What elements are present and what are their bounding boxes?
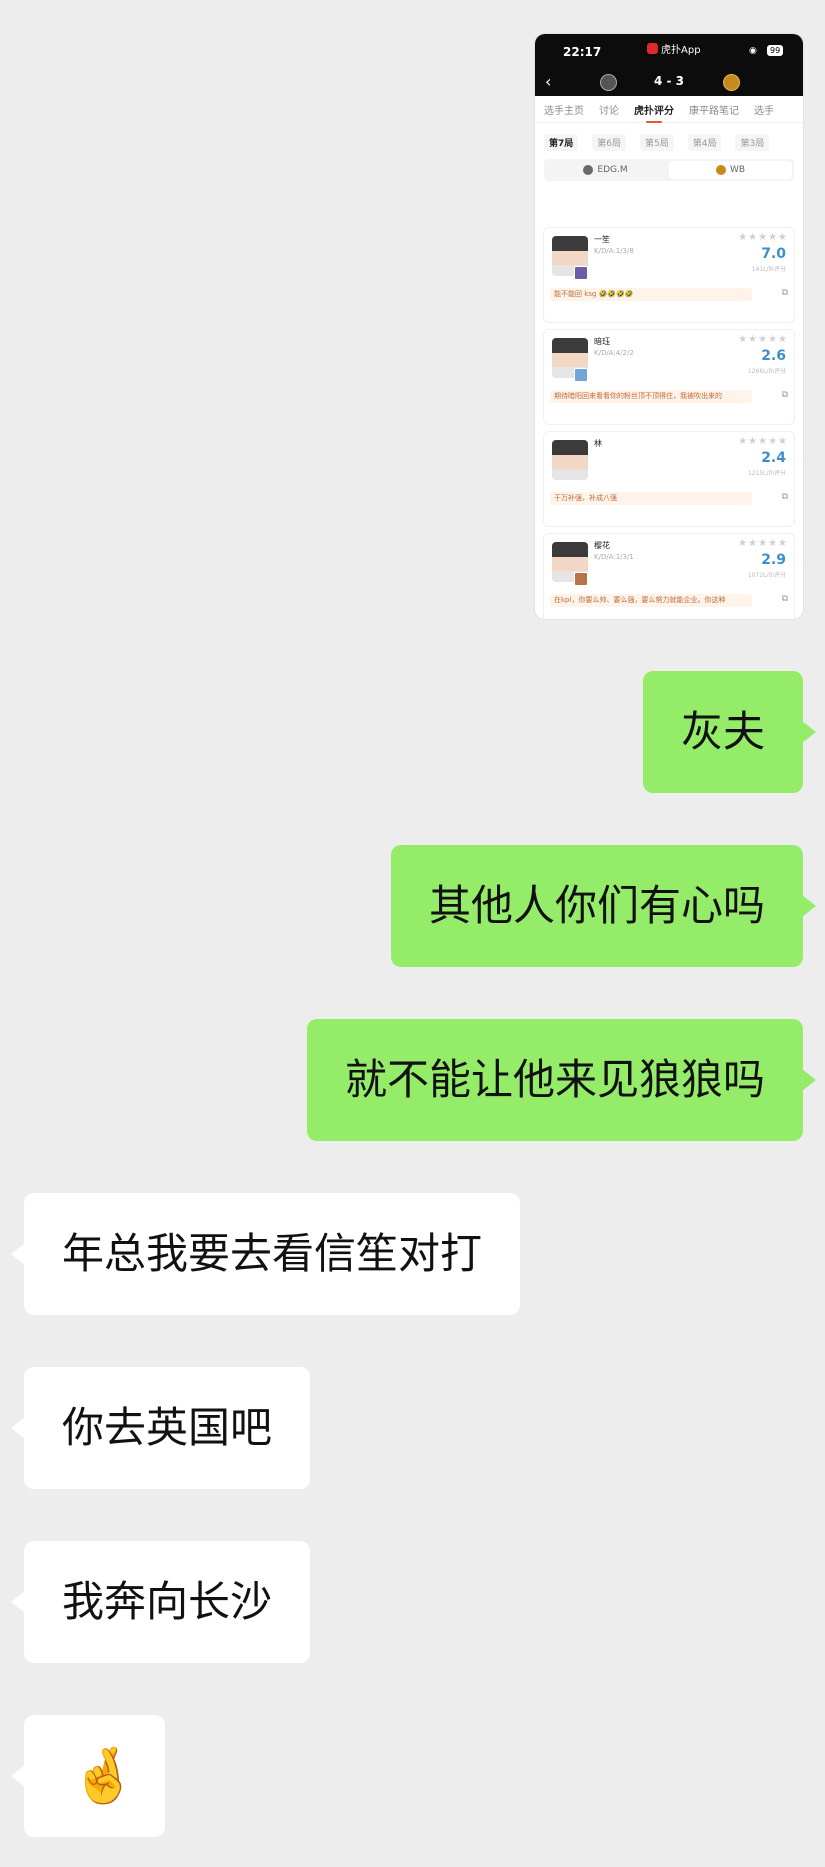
tab-hupu-rating: 虎扑评分 <box>634 102 674 123</box>
tab-player: 选手 <box>754 105 774 117</box>
rating-stars-icon: ★★★★★ <box>738 538 788 549</box>
status-time: 22:17 <box>563 45 602 59</box>
team-right-logo-icon <box>723 74 740 91</box>
game-tab-3: 第3局 <box>735 134 770 151</box>
share-icon: ⧉ <box>781 390 788 400</box>
player-name: 一笙 <box>594 235 610 244</box>
hero-icon <box>574 572 588 586</box>
chat-bubble-sent[interactable]: 灰夫 <box>642 671 817 793</box>
rating-stars-icon: ★★★★★ <box>738 334 788 345</box>
top-comment: 在kpl，你要么帅、要么强，要么努力就能企业。你这种 <box>550 594 752 607</box>
image-message-screenshot[interactable]: 22:17 虎扑App ◉ 99 ‹ 4 - 3 选手主页 讨论 虎扑评分 康平… <box>535 34 803 619</box>
chat-bubble-received[interactable]: 我奔向长沙 <box>10 1541 311 1663</box>
tab-player-home: 选手主页 <box>544 105 584 117</box>
status-bar: 22:17 虎扑App ◉ 99 <box>535 34 803 68</box>
rating-count: 141L/lh评分 <box>751 266 786 273</box>
tab-notes: 康平路笔记 <box>689 105 739 117</box>
player-card: 一笙 K/D/A:1/3/8 ★★★★★ 7.0 141L/lh评分 能不能回 … <box>544 228 794 322</box>
hupu-logo-icon <box>647 43 658 54</box>
team-logo-icon <box>715 165 726 175</box>
match-header: ‹ 4 - 3 <box>535 68 803 96</box>
hero-icon <box>574 368 588 382</box>
game-tab-5: 第5局 <box>640 134 674 151</box>
rating-stars-icon: ★★★★★ <box>738 436 788 447</box>
message-text: 其他人你们有心吗 <box>428 881 765 930</box>
top-comment: 能不能回 ksg 🤣🤣🤣🤣 <box>550 288 752 301</box>
player-score: 7.0 <box>761 246 786 262</box>
crossed-fingers-emoji-icon: 🤞 <box>70 1744 138 1807</box>
rating-count: 1215L/lh评分 <box>747 470 786 477</box>
app-indicator: 虎扑App <box>647 41 701 56</box>
player-name: 林 <box>594 439 602 448</box>
message-text: 年总我要去看信笙对打 <box>62 1229 483 1278</box>
game-tab-7: 第7局 <box>544 134 579 151</box>
share-icon: ⧉ <box>781 288 788 298</box>
player-kda: K/D/A:4/2/2 <box>594 349 634 357</box>
wifi-icon: ◉ <box>749 46 757 56</box>
chat-bubble-received-emoji[interactable]: 🤞 <box>11 1715 165 1837</box>
share-icon: ⧉ <box>781 492 788 502</box>
chat-bubble-sent[interactable]: 其他人你们有心吗 <box>390 845 817 967</box>
player-card: 林 ★★★★★ 2.4 1215L/lh评分 干万补强，补成八强 ⧉ <box>544 432 794 526</box>
hero-icon <box>574 266 588 280</box>
team-edgm: EDG.M <box>544 159 667 181</box>
team-name: EDG.M <box>597 165 628 175</box>
player-score: 2.9 <box>761 552 786 568</box>
rating-count: 1072L/lh评分 <box>747 572 786 579</box>
message-text: 灰夫 <box>680 707 765 756</box>
player-score: 2.4 <box>761 450 786 466</box>
chat-bubble-received[interactable]: 年总我要去看信笙对打 <box>10 1193 521 1315</box>
player-name: 樱花 <box>594 541 610 550</box>
player-rating-list: 一笙 K/D/A:1/3/8 ★★★★★ 7.0 141L/lh评分 能不能回 … <box>544 228 794 619</box>
player-score: 2.6 <box>761 348 786 364</box>
game-tab-4: 第4局 <box>687 134 722 151</box>
player-name: 暗珏 <box>594 337 610 346</box>
chat-bubble-received[interactable]: 你去英国吧 <box>10 1367 311 1489</box>
tab-discussion: 讨论 <box>599 105 619 117</box>
share-icon: ⧉ <box>781 594 788 604</box>
top-comment: 干万补强，补成八强 <box>550 492 752 505</box>
top-comment: 期待暗阳回来看看你的粉丝顶不顶得住，我被吹出来的 <box>550 390 752 403</box>
player-card: 樱花 K/D/A:1/3/1 ★★★★★ 2.9 1072L/lh评分 在kpl… <box>544 534 794 619</box>
game-tab-6: 第6局 <box>592 134 626 151</box>
game-selector: 第7局 第6局 第5局 第4局 第3局 <box>535 123 803 151</box>
rating-count: 1266L/lh评分 <box>747 368 786 375</box>
rating-stars-icon: ★★★★★ <box>738 232 788 243</box>
message-text: 我奔向长沙 <box>62 1577 273 1626</box>
team-switcher: EDG.M WB <box>544 159 794 181</box>
message-text: 就不能让他来见狼狼吗 <box>344 1055 765 1104</box>
chat-bubble-sent[interactable]: 就不能让他来见狼狼吗 <box>306 1019 817 1141</box>
battery-icon: 99 <box>767 45 784 56</box>
player-kda: K/D/A:1/3/8 <box>594 247 634 255</box>
team-wb: WB <box>669 161 792 179</box>
player-avatar <box>552 440 588 480</box>
tab-bar: 选手主页 讨论 虎扑评分 康平路笔记 选手 <box>535 96 803 123</box>
player-kda: K/D/A:1/3/1 <box>594 553 634 561</box>
app-name: 虎扑App <box>661 45 701 56</box>
player-card: 暗珏 K/D/A:4/2/2 ★★★★★ 2.6 1266L/lh评分 期待暗阳… <box>544 330 794 424</box>
message-text: 你去英国吧 <box>62 1403 273 1452</box>
match-score: 4 - 3 <box>653 74 685 88</box>
team-name: WB <box>729 165 746 175</box>
team-logo-icon <box>583 165 594 175</box>
